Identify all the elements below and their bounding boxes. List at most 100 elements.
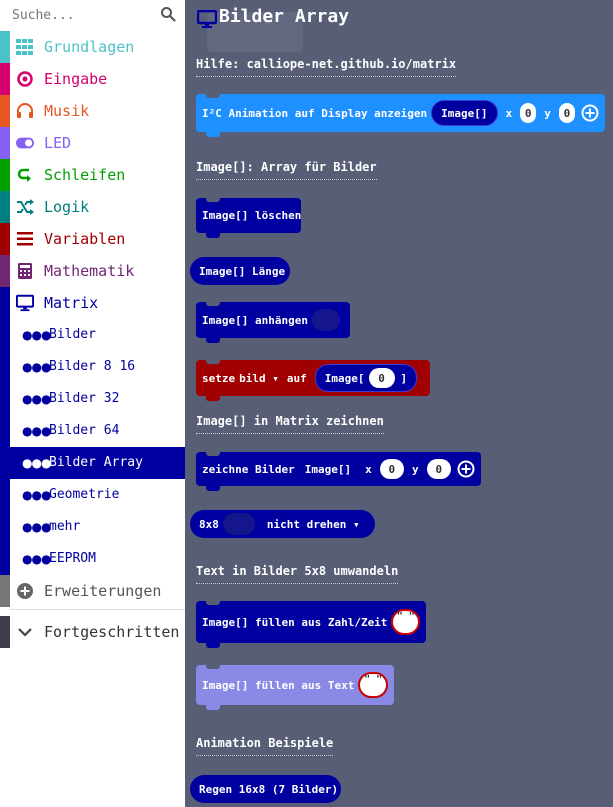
list-icon xyxy=(16,230,34,248)
block-i2c-animation[interactable]: I²C Animation auf Display anzeigen Image… xyxy=(196,93,605,137)
block-rain-animation[interactable]: Regen 16x8 (7 Bilder) xyxy=(190,775,341,803)
dots-icon: ●●● xyxy=(22,424,51,438)
block-fill-from-number[interactable]: Image[] füllen aus Zahl/Zeit " " xyxy=(196,600,426,648)
extensions-label: Erweiterungen xyxy=(44,582,162,600)
y-label: y xyxy=(544,106,551,120)
block-text: auf xyxy=(286,371,307,385)
category-matrix[interactable]: Matrix xyxy=(0,287,185,319)
block-fill-from-text[interactable]: Image[] füllen aus Text " " xyxy=(196,664,394,710)
category-color-bar xyxy=(0,616,10,648)
category-label: Mathematik xyxy=(44,262,135,280)
y-input[interactable]: 0 xyxy=(558,103,575,123)
category-logik[interactable]: Logik xyxy=(0,191,185,223)
string-input[interactable]: " " xyxy=(358,672,388,698)
block-text: zeichne Bilder xyxy=(202,462,295,476)
string-input[interactable]: " " xyxy=(391,609,420,635)
chevron-down-icon xyxy=(16,623,34,641)
monitor-icon xyxy=(197,10,217,28)
extensions-button[interactable]: Erweiterungen xyxy=(0,575,185,607)
subcategory-label: EEPROM xyxy=(49,551,96,566)
shuffle-icon xyxy=(16,198,34,216)
block-image-array-append[interactable]: Image[] anhängen xyxy=(196,301,350,343)
category-color-bar xyxy=(0,127,10,159)
section-label-animation: Animation Beispiele xyxy=(196,736,334,756)
dots-icon: ●●● xyxy=(22,456,51,470)
category-grundlagen[interactable]: Grundlagen xyxy=(0,31,185,63)
block-text: setze xyxy=(202,371,236,385)
category-label: LED xyxy=(44,134,72,152)
subcategory-eeprom[interactable]: ●●● EEPROM xyxy=(0,543,185,575)
search-box xyxy=(0,0,185,30)
advanced-toggle[interactable]: Fortgeschritten xyxy=(0,616,185,648)
category-mathematik[interactable]: Mathematik xyxy=(0,255,185,287)
block-set-variable[interactable]: setze bild ▾ auf Image[ 0 ] xyxy=(196,359,430,401)
section-label-draw: Image[] in Matrix zeichnen xyxy=(196,414,384,434)
category-color-bar xyxy=(0,383,10,415)
image-array-pill[interactable]: Image[] xyxy=(431,100,498,126)
category-label: Grundlagen xyxy=(44,38,135,56)
search-input[interactable] xyxy=(12,4,157,26)
rotation-value: nicht drehen xyxy=(266,517,347,531)
category-color-bar xyxy=(0,511,10,543)
rotation-dropdown[interactable]: nicht drehen ▾ xyxy=(267,518,360,531)
category-led[interactable]: LED xyxy=(0,127,185,159)
variable-dropdown[interactable]: bild ▾ xyxy=(239,372,279,385)
x-input[interactable]: 0 xyxy=(379,459,405,479)
subcategory-bilder-64[interactable]: ●●● Bilder 64 xyxy=(0,415,185,447)
category-color-bar xyxy=(0,543,10,575)
subcategory-label: Bilder 64 xyxy=(49,423,120,438)
block-text: Regen 16x8 (7 Bilder) xyxy=(199,782,339,796)
block-image-array-length[interactable]: Image[] Länge xyxy=(190,257,290,285)
section-label-array: Image[]: Array für Bilder xyxy=(196,160,377,180)
search-icon[interactable] xyxy=(160,6,176,22)
block-text: Image[] füllen aus Zahl/Zeit xyxy=(202,615,388,629)
index-input[interactable]: 0 xyxy=(368,368,395,388)
category-color-bar xyxy=(0,63,10,95)
category-color-bar xyxy=(0,447,10,479)
category-label: Musik xyxy=(44,102,90,120)
block-8x8-rotation[interactable]: 8x8 nicht drehen ▾ xyxy=(190,510,375,538)
headphones-icon xyxy=(16,102,34,120)
subcategory-bilder-8-16[interactable]: ●●● Bilder 8 16 xyxy=(0,351,185,383)
dots-icon: ●●● xyxy=(22,328,51,342)
y-label: y xyxy=(412,462,419,476)
category-variablen[interactable]: Variablen xyxy=(0,223,185,255)
add-parameter-icon[interactable] xyxy=(581,104,599,122)
subcategory-bilder[interactable]: ●●● Bilder xyxy=(0,319,185,351)
help-label[interactable]: Hilfe: calliope-net.github.io/matrix xyxy=(196,57,457,77)
image-index-reporter[interactable]: Image[ 0 ] xyxy=(314,364,418,392)
block-text: I²C Animation auf Display anzeigen xyxy=(202,106,428,120)
category-color-bar xyxy=(0,415,10,447)
y-input[interactable]: 0 xyxy=(426,459,451,479)
subcategory-bilder-32[interactable]: ●●● Bilder 32 xyxy=(0,383,185,415)
block-text: Image[] anhängen xyxy=(202,313,308,327)
category-label: Logik xyxy=(44,198,90,216)
category-color-bar xyxy=(0,319,10,351)
subcategory-bilder-array[interactable]: ●●● Bilder Array xyxy=(0,447,185,479)
category-color-bar xyxy=(0,31,10,63)
category-label: Eingabe xyxy=(44,70,108,88)
empty-input-slot[interactable] xyxy=(222,513,255,535)
subcategory-geometrie[interactable]: ●●● Geometrie xyxy=(0,479,185,511)
empty-input-slot[interactable] xyxy=(311,309,340,331)
toolbox-divider xyxy=(10,609,185,610)
subcategory-label: Bilder 32 xyxy=(49,391,120,406)
block-draw-images[interactable]: zeichne Bilder Image[] x 0 y 0 xyxy=(196,451,481,491)
size-label: 8x8 xyxy=(199,517,219,531)
advanced-label: Fortgeschritten xyxy=(44,623,180,641)
category-eingabe[interactable]: Eingabe xyxy=(0,63,185,95)
category-schleifen[interactable]: Schleifen xyxy=(0,159,185,191)
block-text: Image[] löschen xyxy=(202,209,302,222)
image-array-label[interactable]: Image[] xyxy=(305,463,351,476)
subcategory-mehr[interactable]: ●●● mehr xyxy=(0,511,185,543)
add-parameter-icon[interactable] xyxy=(457,460,475,478)
toggle-icon xyxy=(16,134,34,152)
block-image-array-clear[interactable]: Image[] löschen xyxy=(196,197,302,238)
category-label: Schleifen xyxy=(44,166,126,184)
toolbox: Grundlagen Eingabe Musik LED Schleifen xyxy=(0,0,185,807)
monitor-icon xyxy=(16,294,34,312)
block-flyout[interactable]: Bilder Array Hilfe: calliope-net.github.… xyxy=(185,0,613,807)
category-musik[interactable]: Musik xyxy=(0,95,185,127)
x-input[interactable]: 0 xyxy=(520,103,537,123)
image-index-close: ] xyxy=(400,371,408,385)
